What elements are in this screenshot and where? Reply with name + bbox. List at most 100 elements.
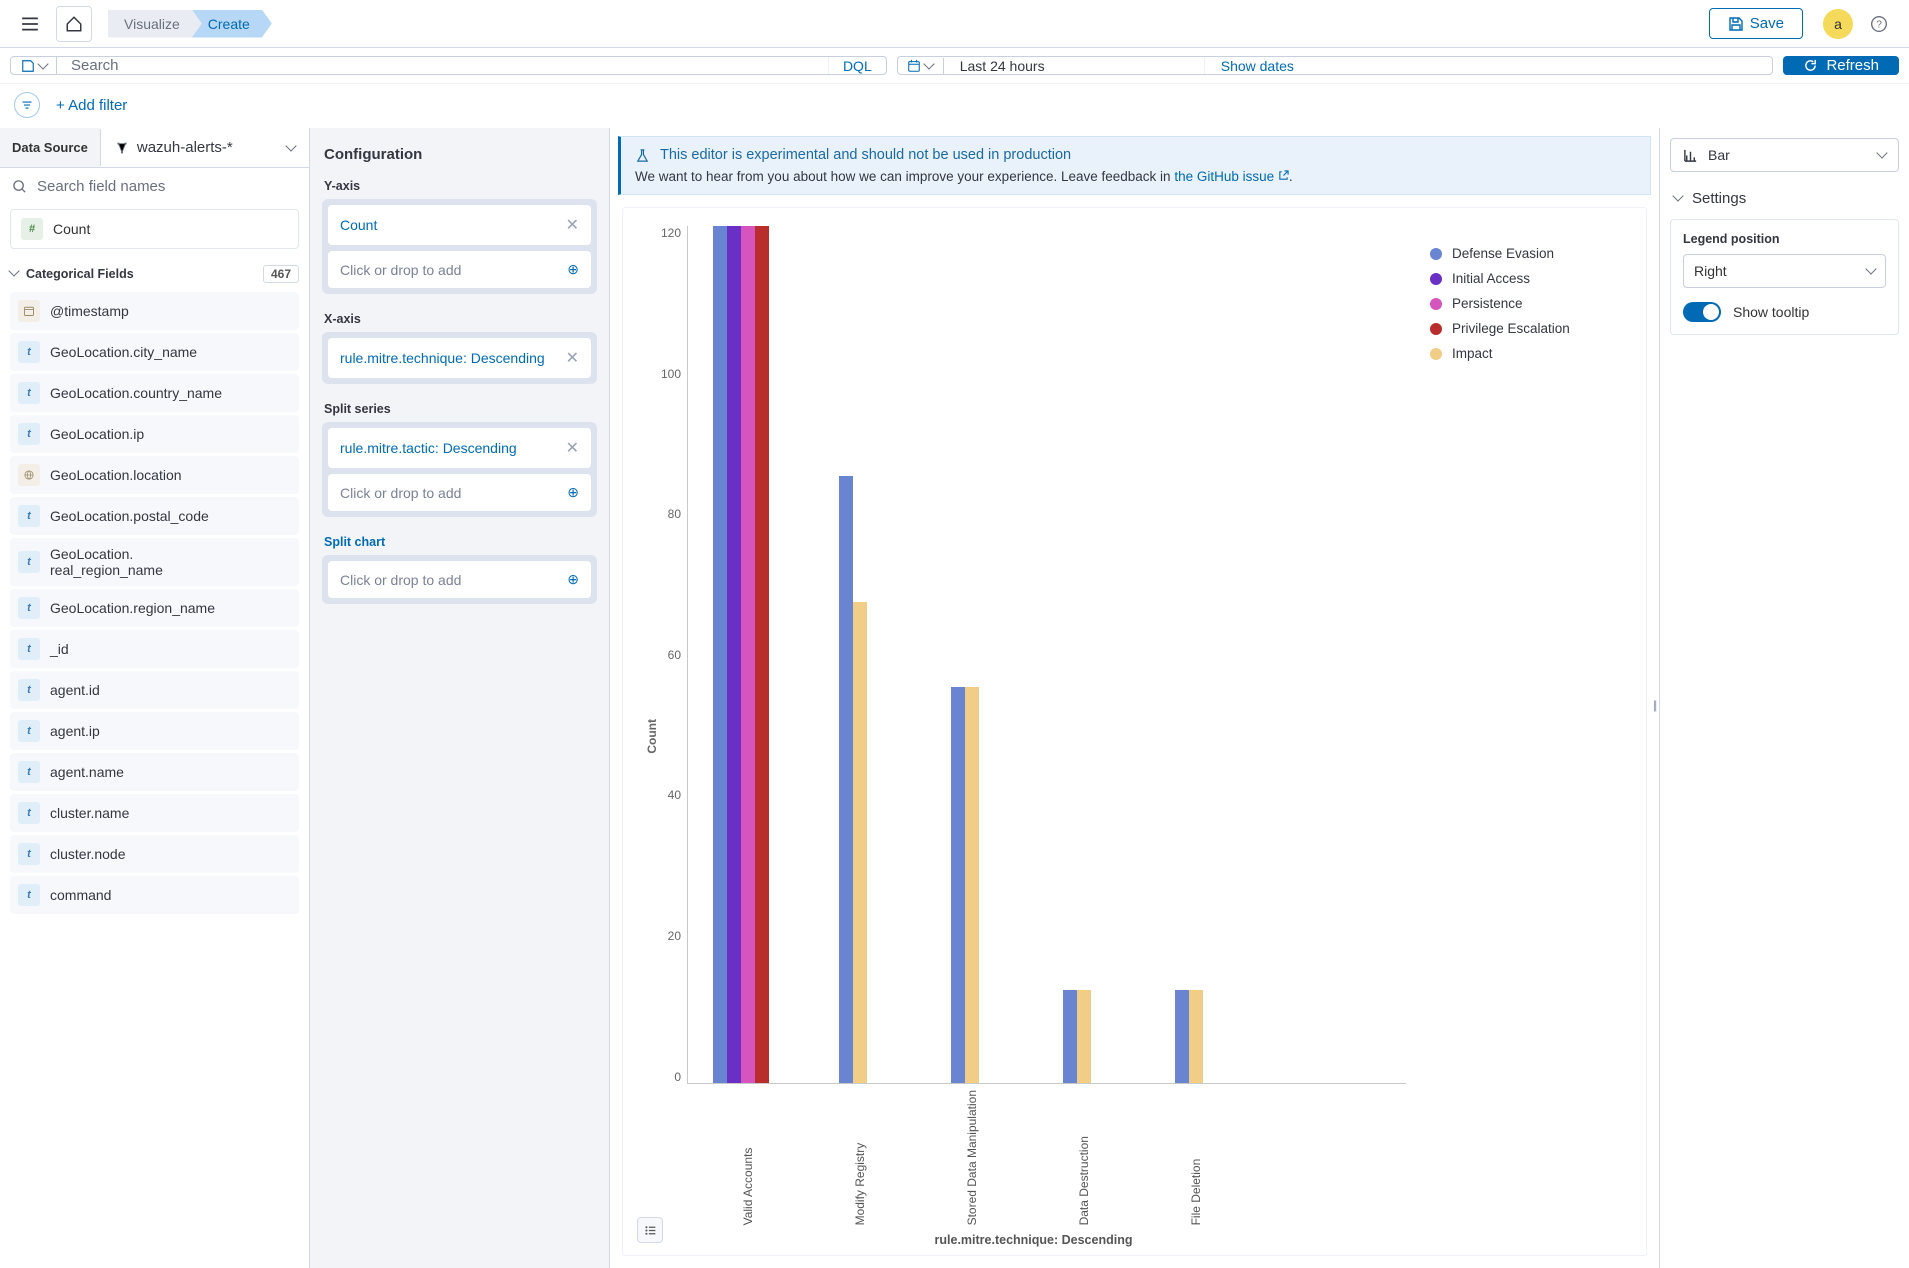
legend-position-select[interactable]: Right (1683, 254, 1886, 288)
bar[interactable] (755, 226, 769, 1083)
nav-menu-button[interactable] (12, 6, 48, 42)
legend-item[interactable]: Persistence (1430, 296, 1616, 311)
search-input[interactable] (57, 57, 828, 74)
field-item[interactable]: tagent.id (10, 671, 299, 709)
legend-item[interactable]: Initial Access (1430, 271, 1616, 286)
field-item[interactable]: GeoLocation.location (10, 456, 299, 494)
field-item[interactable]: tGeoLocation.ip (10, 415, 299, 453)
help-icon: ? (1870, 15, 1888, 33)
close-icon[interactable]: ✕ (566, 438, 579, 458)
close-icon[interactable]: ✕ (566, 215, 579, 235)
split-series-group: rule.mitre.tactic: Descending ✕ Click or… (322, 422, 597, 517)
x-axis-label: X-axis (324, 312, 595, 326)
field-item[interactable]: tGeoLocation. real_region_name (10, 538, 299, 586)
field-item[interactable]: @timestamp (10, 292, 299, 330)
categorical-fields-header[interactable]: Categorical Fields 467 (0, 259, 309, 289)
bar[interactable] (965, 687, 979, 1082)
text-type-icon: t (18, 341, 40, 363)
text-type-icon: t (18, 597, 40, 619)
drop-placeholder: Click or drop to add (340, 485, 461, 501)
chevron-down-icon (10, 267, 18, 281)
show-dates-button[interactable]: Show dates (1204, 58, 1310, 74)
split-series-dropzone[interactable]: Click or drop to add ⊕ (328, 474, 591, 511)
split-series-chip[interactable]: rule.mitre.tactic: Descending ✕ (328, 428, 591, 468)
bar[interactable] (713, 226, 727, 1083)
data-source-select[interactable]: wazuh-alerts-* (100, 129, 309, 166)
search-group: DQL (10, 56, 887, 75)
legend-toggle-button[interactable] (637, 1217, 663, 1243)
filter-menu-button[interactable] (14, 92, 40, 118)
available-count-label: Count (53, 221, 90, 237)
field-list: @timestamptGeoLocation.city_nametGeoLoca… (0, 289, 309, 1268)
bar[interactable] (951, 687, 965, 1082)
saved-queries-button[interactable] (11, 57, 57, 74)
legend-item[interactable]: Defense Evasion (1430, 246, 1616, 261)
experimental-callout: This editor is experimental and should n… (618, 136, 1651, 195)
bar[interactable] (1175, 990, 1189, 1082)
y-tick: 0 (674, 1070, 681, 1084)
field-name: agent.id (50, 682, 100, 698)
categorical-count: 467 (263, 265, 299, 283)
bar[interactable] (839, 476, 853, 1082)
dql-toggle[interactable]: DQL (828, 57, 886, 74)
resize-handle[interactable]: || (1653, 698, 1655, 712)
add-filter-button[interactable]: + Add filter (56, 97, 127, 114)
refresh-button[interactable]: Refresh (1783, 56, 1899, 75)
bar[interactable] (853, 602, 867, 1083)
query-bar: DQL Last 24 hours Show dates Refresh (0, 48, 1909, 84)
legend-item[interactable]: Impact (1430, 346, 1616, 361)
bar[interactable] (1189, 990, 1203, 1082)
breadcrumb-visualize[interactable]: Visualize (108, 10, 202, 38)
field-name: command (50, 887, 111, 903)
save-button[interactable]: Save (1709, 8, 1803, 39)
bar[interactable] (1063, 990, 1077, 1082)
split-chart-dropzone[interactable]: Click or drop to add ⊕ (328, 561, 591, 598)
legend-label: Initial Access (1452, 271, 1530, 286)
field-item[interactable]: tcommand (10, 876, 299, 914)
drop-placeholder: Click or drop to add (340, 262, 461, 278)
field-item[interactable]: tGeoLocation.city_name (10, 333, 299, 371)
calendar-button[interactable] (898, 58, 944, 74)
beaker-icon (635, 148, 650, 163)
field-name: agent.ip (50, 723, 100, 739)
field-item[interactable]: tcluster.name (10, 794, 299, 832)
legend-swatch (1430, 248, 1442, 260)
chart-type-select[interactable]: Bar (1670, 138, 1899, 172)
help-button[interactable]: ? (1861, 6, 1897, 42)
home-button[interactable] (56, 6, 92, 42)
date-range-text[interactable]: Last 24 hours (944, 58, 1204, 74)
field-name: GeoLocation.postal_code (50, 508, 209, 524)
available-count-field[interactable]: # Count (10, 209, 299, 249)
legend-label: Impact (1452, 346, 1493, 361)
breadcrumb-create[interactable]: Create (192, 10, 272, 38)
field-item[interactable]: t_id (10, 630, 299, 668)
configuration-panel: Configuration Y-axis Count ✕ Click or dr… (310, 128, 610, 1268)
field-item[interactable]: tagent.name (10, 753, 299, 791)
split-chart-label[interactable]: Split chart (324, 535, 595, 549)
close-icon[interactable]: ✕ (566, 348, 579, 368)
legend-swatch (1430, 348, 1442, 360)
legend-item[interactable]: Privilege Escalation (1430, 321, 1616, 336)
field-item[interactable]: tcluster.node (10, 835, 299, 873)
field-item[interactable]: tGeoLocation.region_name (10, 589, 299, 627)
avatar[interactable]: a (1823, 9, 1853, 39)
y-axis-dropzone[interactable]: Click or drop to add ⊕ (328, 251, 591, 288)
settings-section-toggle[interactable]: Settings (1674, 190, 1895, 207)
bar[interactable] (727, 226, 741, 1083)
field-search-input[interactable] (37, 178, 297, 195)
x-axis-chip[interactable]: rule.mitre.technique: Descending ✕ (328, 338, 591, 378)
field-item[interactable]: tGeoLocation.country_name (10, 374, 299, 412)
github-issue-link[interactable]: the GitHub issue (1174, 169, 1289, 184)
svg-text:?: ? (1876, 19, 1882, 30)
list-icon (644, 1224, 657, 1237)
x-tick: Data Destruction (1041, 1090, 1127, 1225)
y-axis-chip[interactable]: Count ✕ (328, 205, 591, 245)
x-ticks: Valid AccountsModify RegistryStored Data… (661, 1084, 1406, 1225)
field-item[interactable]: tagent.ip (10, 712, 299, 750)
show-tooltip-toggle[interactable] (1683, 302, 1721, 322)
bar[interactable] (1077, 990, 1091, 1082)
bar[interactable] (741, 226, 755, 1083)
app-header: Visualize Create Save a ? (0, 0, 1909, 48)
legend-label: Privilege Escalation (1452, 321, 1570, 336)
field-item[interactable]: tGeoLocation.postal_code (10, 497, 299, 535)
